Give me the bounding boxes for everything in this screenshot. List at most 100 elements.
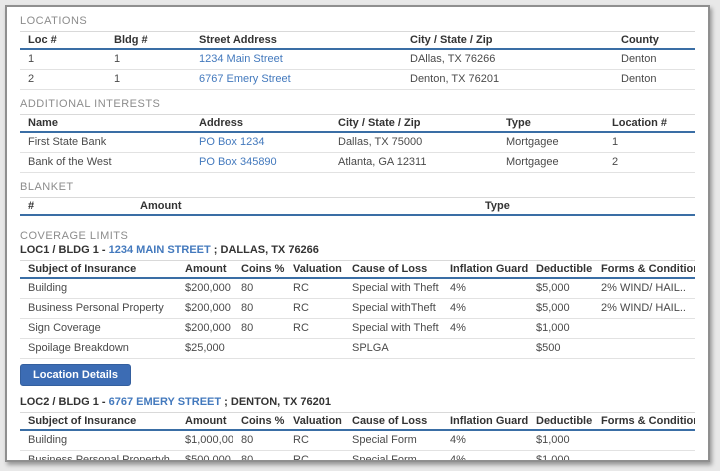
inflation-guard: 4% (442, 299, 528, 319)
valuation: RC (285, 319, 344, 339)
table-row: Sign Coverage $200,000 80 RC Special wit… (20, 319, 695, 339)
column-header-loc: Loc # (20, 32, 106, 50)
city-state-zip: Dallas, TX 75000 (330, 132, 498, 153)
inflation-guard (442, 339, 528, 359)
loc-bldg-label: LOC2 / BLDG 1 - (20, 396, 109, 408)
section-title-locations: LOCATIONS (20, 15, 695, 27)
cause-of-loss: Special with Theft (344, 278, 442, 299)
city-state-zip-label: ; DENTON, TX 76201 (221, 396, 331, 408)
city-state-zip: Denton, TX 76201 (402, 70, 613, 90)
address-link[interactable]: PO Box 345890 (199, 156, 277, 168)
coverage-block-title: LOC1 / BLDG 1 - 1234 MAIN STREET ; DALLA… (20, 244, 695, 257)
column-header-deductible: Deductible (528, 413, 593, 431)
additional-interests-section: ADDITIONAL INTERESTS Name Address City /… (20, 98, 695, 173)
table-row: 1 1 1234 Main Street DAllas, TX 76266 De… (20, 49, 695, 70)
coins-pct: 80 (233, 430, 285, 451)
city-state-zip: Atlanta, GA 12311 (330, 153, 498, 173)
column-header-county: County (613, 32, 695, 50)
street-address-link[interactable]: 6767 Emery Street (199, 73, 291, 85)
additional-interests-header-row: Name Address City / State / Zip Type Loc… (20, 115, 695, 133)
deductible: $5,000 (528, 278, 593, 299)
bldg-number: 1 (106, 49, 191, 70)
column-header-amount: Amount (177, 413, 233, 431)
cause-of-loss: Special Form (344, 451, 442, 463)
interest-name: First State Bank (20, 132, 191, 153)
valuation (285, 339, 344, 359)
column-header-city-state-zip: City / State / Zip (402, 32, 613, 50)
column-header-name: Name (20, 115, 191, 133)
column-header-forms-conditions: Forms & Conditions (593, 261, 695, 279)
column-header-valuation: Valuation (285, 261, 344, 279)
column-header-amount: Amount (132, 198, 477, 216)
column-header-inflation-guard: Inflation Guard (442, 413, 528, 431)
locations-header-row: Loc # Bldg # Street Address City / State… (20, 32, 695, 50)
subject-of-insurance: Business Personal Propertyh (20, 451, 177, 463)
amount: $200,000 (177, 319, 233, 339)
coins-pct (233, 339, 285, 359)
interest-type: Mortgagee (498, 132, 604, 153)
coins-pct: 80 (233, 451, 285, 463)
forms-conditions: 2% WIND/ HAIL.. (593, 299, 695, 319)
table-row: Business Personal Property $200,000 80 R… (20, 299, 695, 319)
coverage-block-loc1: LOC1 / BLDG 1 - 1234 MAIN STREET ; DALLA… (20, 244, 695, 386)
street-address-link[interactable]: 6767 EMERY STREET (109, 396, 222, 408)
section-title-blanket: BLANKET (20, 181, 695, 193)
coverage-header-row: Subject of Insurance Amount Coins % Valu… (20, 261, 695, 279)
coins-pct: 80 (233, 278, 285, 299)
deductible: $5,000 (528, 299, 593, 319)
location-details-button[interactable]: Location Details (20, 364, 131, 386)
table-row: 2 1 6767 Emery Street Denton, TX 76201 D… (20, 70, 695, 90)
city-state-zip: DAllas, TX 76266 (402, 49, 613, 70)
loc-number: 2 (20, 70, 106, 90)
valuation: RC (285, 299, 344, 319)
table-row: Bank of the West PO Box 345890 Atlanta, … (20, 153, 695, 173)
forms-conditions (593, 430, 695, 451)
table-row: Business Personal Propertyh $500,000 80 … (20, 451, 695, 463)
street-address-link[interactable]: 1234 Main Street (199, 53, 283, 65)
column-header-city-state-zip: City / State / Zip (330, 115, 498, 133)
section-title-additional-interests: ADDITIONAL INTERESTS (20, 98, 695, 110)
column-header-valuation: Valuation (285, 413, 344, 431)
table-row: First State Bank PO Box 1234 Dallas, TX … (20, 132, 695, 153)
cause-of-loss: SPLGA (344, 339, 442, 359)
inflation-guard: 4% (442, 319, 528, 339)
county: Denton (613, 70, 695, 90)
subject-of-insurance: Building (20, 430, 177, 451)
forms-conditions (593, 339, 695, 359)
table-row: Building $1,000,000 80 RC Special Form 4… (20, 430, 695, 451)
loc-number: 1 (20, 49, 106, 70)
coins-pct: 80 (233, 319, 285, 339)
cause-of-loss: Special withTheft (344, 299, 442, 319)
column-header-inflation-guard: Inflation Guard (442, 261, 528, 279)
deductible: $500 (528, 339, 593, 359)
street-address-link[interactable]: 1234 MAIN STREET (109, 244, 211, 256)
deductible: $1,000 (528, 430, 593, 451)
coverage-table-loc1: Subject of Insurance Amount Coins % Valu… (20, 260, 695, 359)
amount: $200,000 (177, 299, 233, 319)
valuation: RC (285, 278, 344, 299)
window-frame: LOCATIONS Loc # Bldg # Street Address Ci… (5, 5, 710, 462)
county: Denton (613, 49, 695, 70)
column-header-coins: Coins % (233, 413, 285, 431)
coverage-table-loc2: Subject of Insurance Amount Coins % Valu… (20, 412, 695, 462)
column-header-number: # (20, 198, 132, 216)
column-header-coins: Coins % (233, 261, 285, 279)
locations-section: LOCATIONS Loc # Bldg # Street Address Ci… (20, 15, 695, 90)
forms-conditions (593, 319, 695, 339)
address-link[interactable]: PO Box 1234 (199, 136, 264, 148)
amount: $1,000,000 (177, 430, 233, 451)
table-row: Spoilage Breakdown $25,000 SPLGA $500 (20, 339, 695, 359)
location-number: 2 (604, 153, 695, 173)
column-header-cause-of-loss: Cause of Loss (344, 413, 442, 431)
column-header-subject: Subject of Insurance (20, 261, 177, 279)
forms-conditions: 2% WIND/ HAIL.. (593, 278, 695, 299)
subject-of-insurance: Sign Coverage (20, 319, 177, 339)
subject-of-insurance: Building (20, 278, 177, 299)
column-header-type: Type (477, 198, 695, 216)
column-header-location: Location # (604, 115, 695, 133)
column-header-bldg: Bldg # (106, 32, 191, 50)
forms-conditions (593, 451, 695, 463)
locations-table: Loc # Bldg # Street Address City / State… (20, 31, 695, 90)
column-header-address: Address (191, 115, 330, 133)
blanket-header-row: # Amount Type (20, 198, 695, 216)
